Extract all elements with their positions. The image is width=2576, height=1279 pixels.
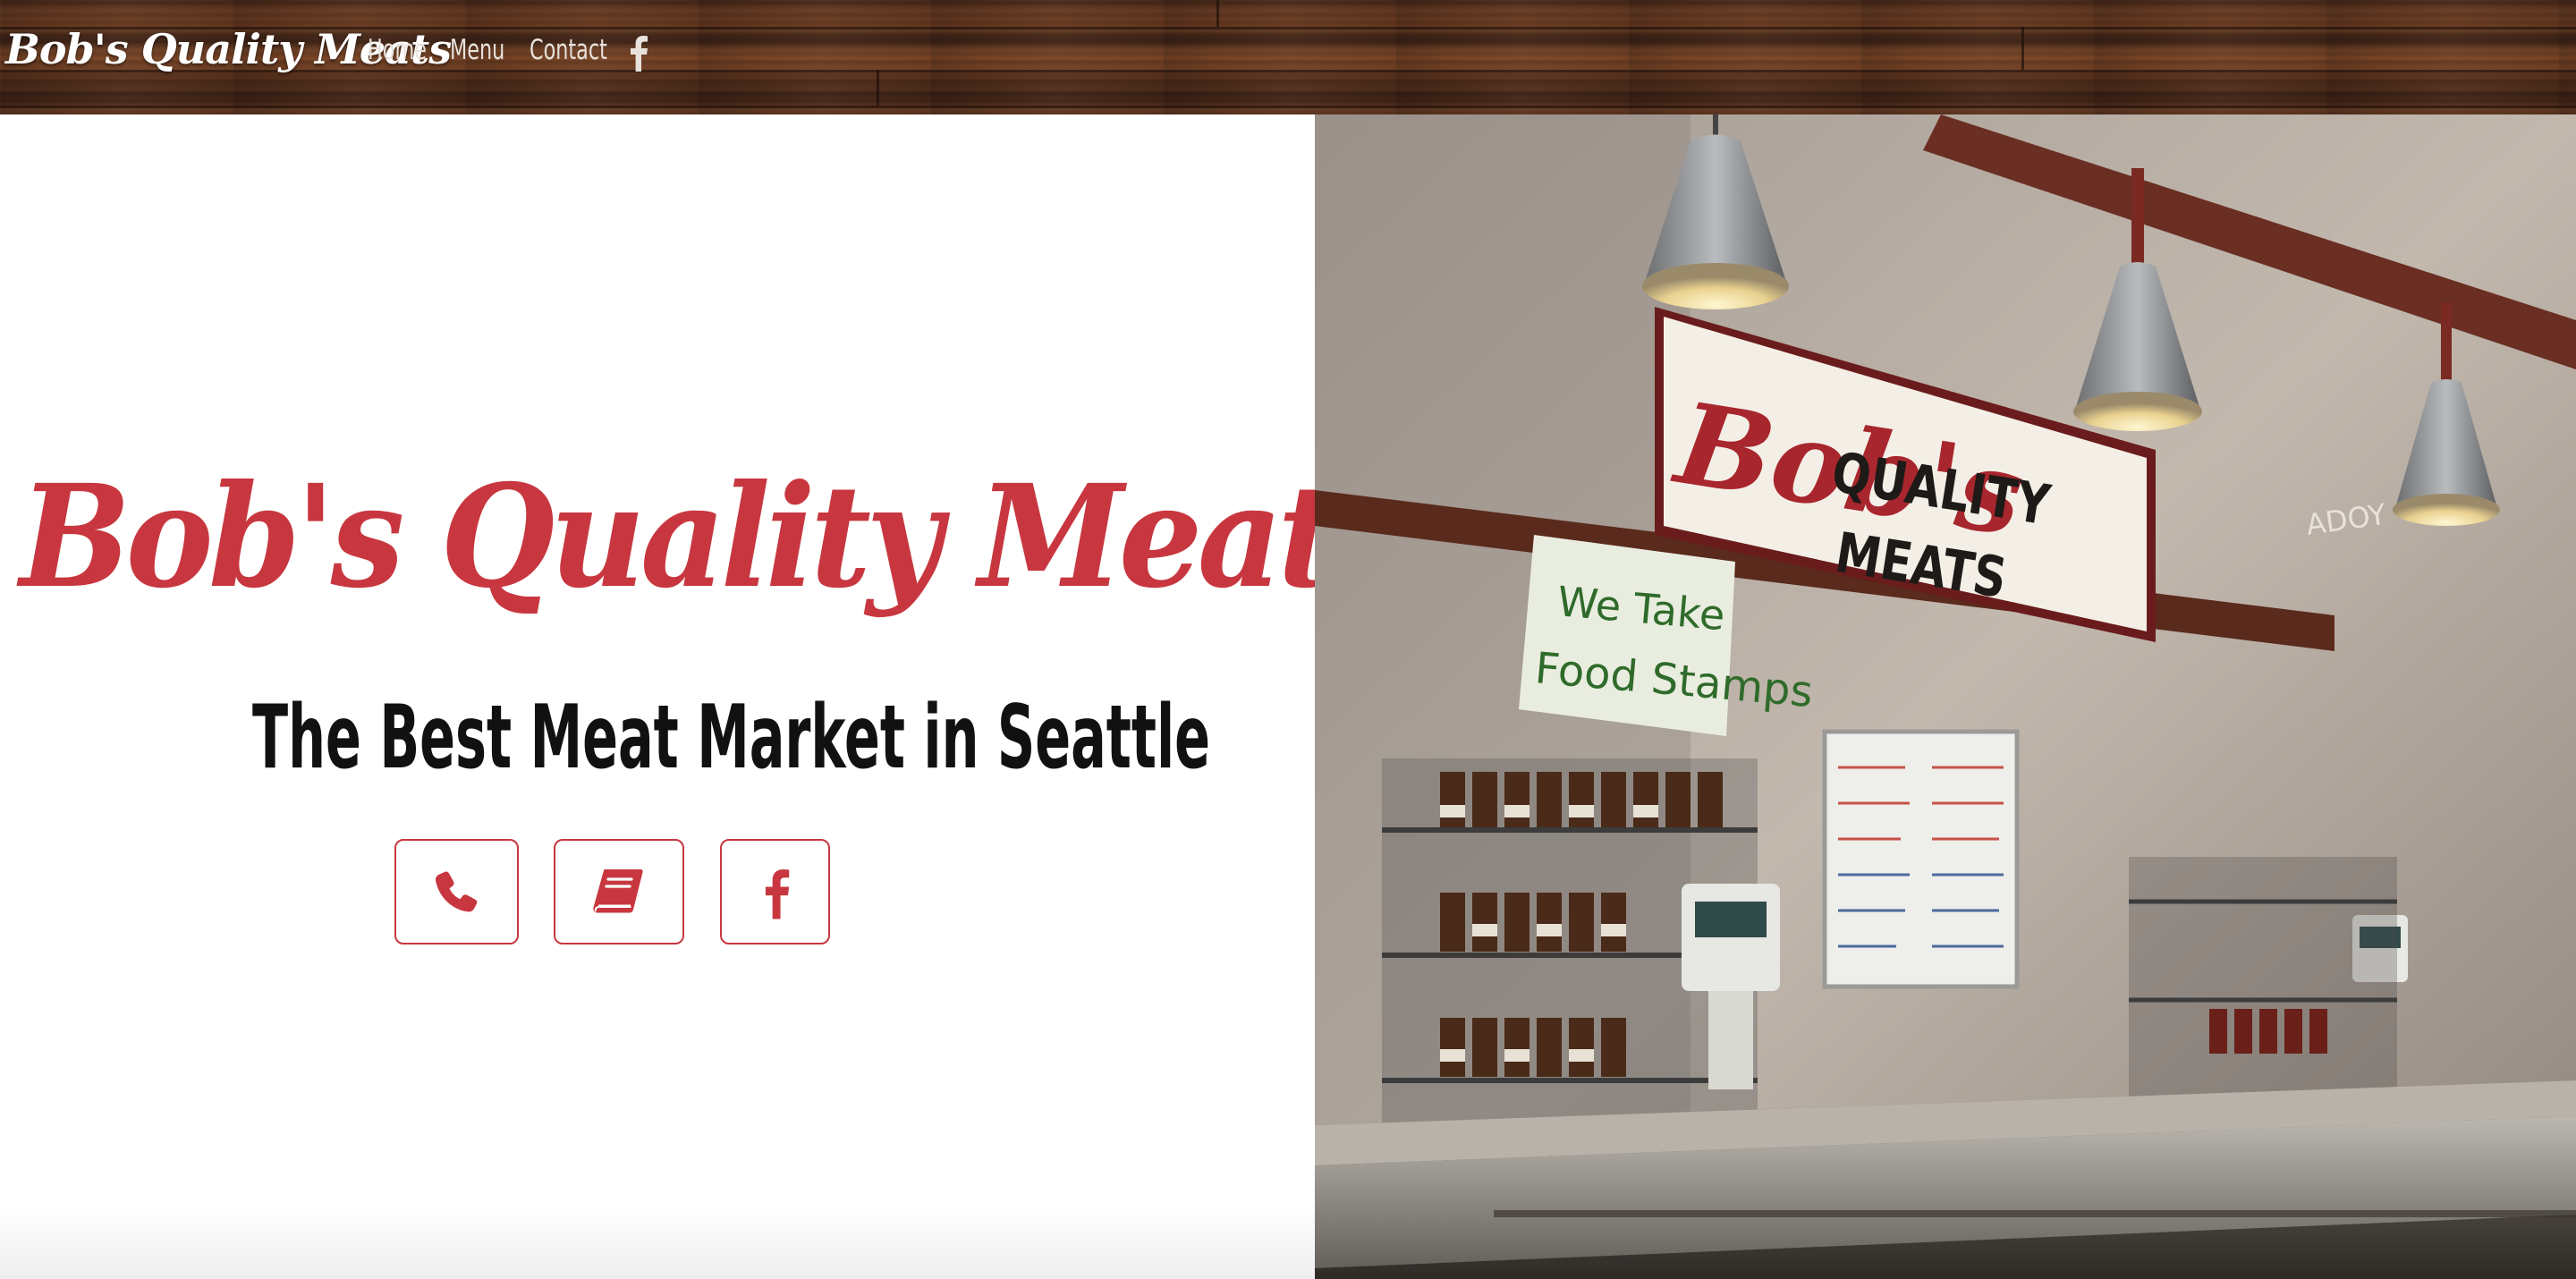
facebook-icon [631,36,648,72]
store-photo: Bob's QUALITY MEATS We Take Food Stamps … [1315,114,2576,1279]
nav-facebook-link[interactable] [626,32,649,72]
call-button[interactable] [394,839,519,944]
top-navbar: Bob's Quality Meats Home Menu Contact [0,0,2576,114]
wood-plank-joint [1216,0,1219,27]
nav-home-link[interactable]: Home [368,34,427,66]
hero-subtitle: The Best Meat Market in Seattle [251,687,1211,789]
wood-plank-seam [0,106,2576,108]
facebook-button[interactable] [720,839,830,944]
nav-contact-link[interactable]: Contact [530,34,607,66]
section-bottom-shadow [0,1207,1315,1279]
whiteboard-price-list [1822,729,2020,989]
phone-icon [435,871,477,912]
book-icon [593,869,643,913]
menu-book-button[interactable] [554,839,684,944]
wood-plank-joint [877,70,879,106]
nav-menu-link[interactable]: Menu [450,34,504,66]
wood-plank-joint [2021,27,2024,70]
butcher-counter-photo: Bob's QUALITY MEATS We Take Food Stamps … [1315,114,2576,1279]
hero-text-panel: Bob's Quality Meats The Best Meat Market… [0,114,1407,1279]
hero-title: Bob's Quality Meats [20,454,1407,620]
facebook-icon [765,869,789,919]
